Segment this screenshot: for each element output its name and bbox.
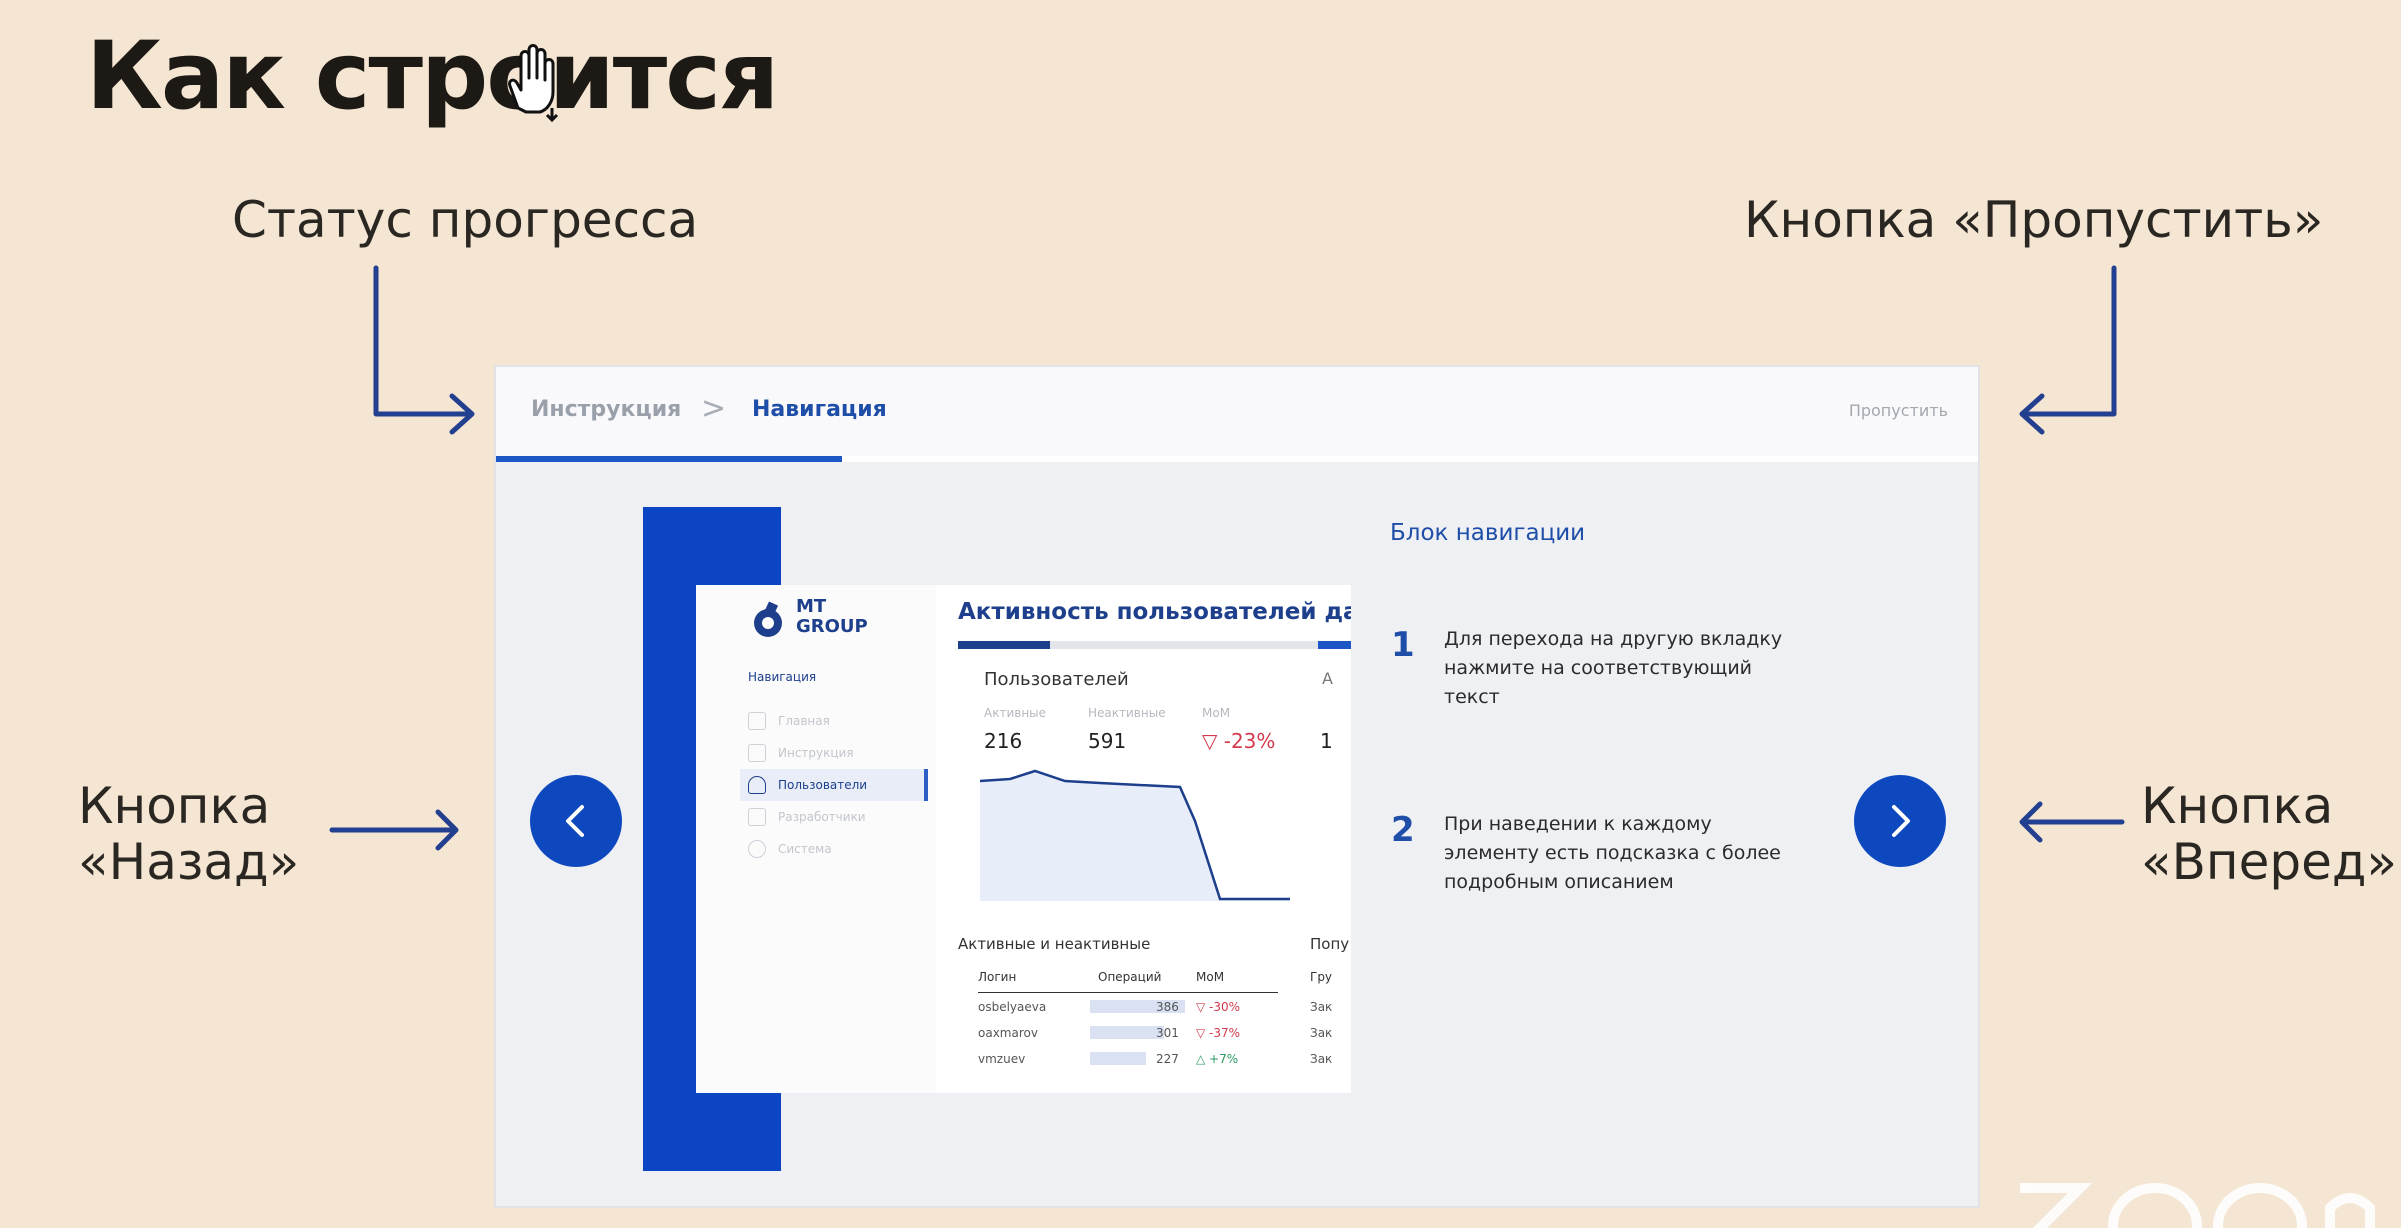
preview-title: Активность пользователей дашбо (958, 599, 1351, 625)
arrow-back (329, 809, 459, 851)
onboarding-frame: Инструкция > Навигация Пропустить MT GRO… (494, 365, 1980, 1208)
kpi-label-mom: MoM (1202, 706, 1231, 720)
table-icon (748, 808, 766, 826)
help-step-number: 2 (1391, 810, 1415, 850)
arrow-skip (2019, 265, 2117, 435)
kpi-value-active: 216 (984, 729, 1023, 753)
progress-bar-fill (496, 456, 842, 462)
kpi-right-value: 1 (1320, 729, 1333, 753)
help-step-number: 1 (1391, 625, 1415, 665)
dashboard-preview: MT GROUP Навигация Главная Инструкция По… (696, 585, 1351, 1093)
kpi-right-title: А (1322, 669, 1333, 688)
help-step-text: При наведении к каждому элементу есть по… (1444, 813, 1781, 893)
preview-nav-developers[interactable]: Разработчики (748, 801, 928, 833)
home-icon (748, 712, 766, 730)
table-row-mom: ▽ -37% (1196, 1026, 1241, 1040)
kpi-label-inactive: Неактивные (1088, 706, 1166, 720)
preview-tabs (958, 641, 1351, 649)
arrow-next (2019, 801, 2125, 843)
ops-bar (1090, 1026, 1164, 1039)
kpi-line-chart (980, 769, 1290, 901)
preview-kpi-card: Пользователей Активные Неактивные MoM 21… (958, 651, 1333, 911)
kpi-title: Пользователей (984, 669, 1129, 690)
logo-text: MT GROUP (796, 596, 868, 637)
back-button[interactable] (530, 775, 622, 867)
breadcrumb-step-instruction[interactable]: Инструкция (531, 397, 681, 422)
preview-nav-users[interactable]: Пользователи (740, 769, 928, 801)
preview-nav-instruction[interactable]: Инструкция (748, 737, 928, 769)
right-col-cell: Зак (1310, 1000, 1333, 1014)
table-row-login: oaxmarov (978, 1026, 1038, 1040)
next-button[interactable] (1854, 775, 1946, 867)
chevron-left-icon (566, 805, 584, 837)
preview-nav-home[interactable]: Главная (748, 705, 928, 737)
preview-nav-title: Навигация (748, 670, 817, 684)
right-col-cell: Зак (1310, 1052, 1333, 1066)
zoom-watermark-logo (2020, 1183, 2375, 1228)
preview-sidebar: MT GROUP Навигация Главная Инструкция По… (696, 585, 936, 1093)
kpi-value-inactive: 591 (1088, 729, 1127, 753)
section-popular: Попу (1310, 935, 1350, 953)
th-login[interactable]: Логин (978, 970, 1016, 984)
th-mom[interactable]: MoM (1196, 970, 1224, 984)
wizard-header: Инструкция > Навигация Пропустить (496, 367, 1978, 462)
book-icon (748, 744, 766, 762)
section-active-inactive: Активные и неактивные (958, 935, 1151, 953)
table-row-ops: 227 (1156, 1052, 1179, 1066)
kpi-label-active: Активные (984, 706, 1047, 720)
preview-nav-system[interactable]: Система (748, 833, 928, 865)
th-ops[interactable]: Операций (1098, 970, 1161, 984)
kpi-value-mom: ▽ -23% (1202, 729, 1276, 753)
system-icon (748, 840, 766, 858)
user-icon (748, 776, 766, 794)
mt-group-logo (754, 601, 782, 637)
right-col-header: Гру (1310, 970, 1333, 984)
table-row-login: osbelyaeva (978, 1000, 1047, 1014)
ops-bar (1090, 1052, 1146, 1065)
table-row-login: vmzuev (978, 1052, 1026, 1066)
help-block-title: Блок навигации (1390, 520, 1586, 546)
breadcrumb-step-navigation[interactable]: Навигация (752, 397, 887, 422)
chevron-right-icon (1892, 805, 1910, 837)
table-row-mom: ▽ -30% (1196, 1000, 1241, 1014)
table-row-ops: 301 (1156, 1026, 1179, 1040)
breadcrumb-separator-icon: > (701, 391, 727, 426)
skip-button[interactable]: Пропустить (1849, 401, 1948, 420)
help-step-text: Для перехода на другую вкладку нажмите н… (1444, 628, 1783, 708)
preview-main: Активность пользователей дашбо Пользоват… (958, 585, 1351, 1093)
table-row-mom: △ +7% (1196, 1052, 1239, 1066)
right-col-cell: Зак (1310, 1026, 1333, 1040)
arrow-progress (373, 265, 475, 435)
table-row-ops: 386 (1156, 1000, 1179, 1014)
